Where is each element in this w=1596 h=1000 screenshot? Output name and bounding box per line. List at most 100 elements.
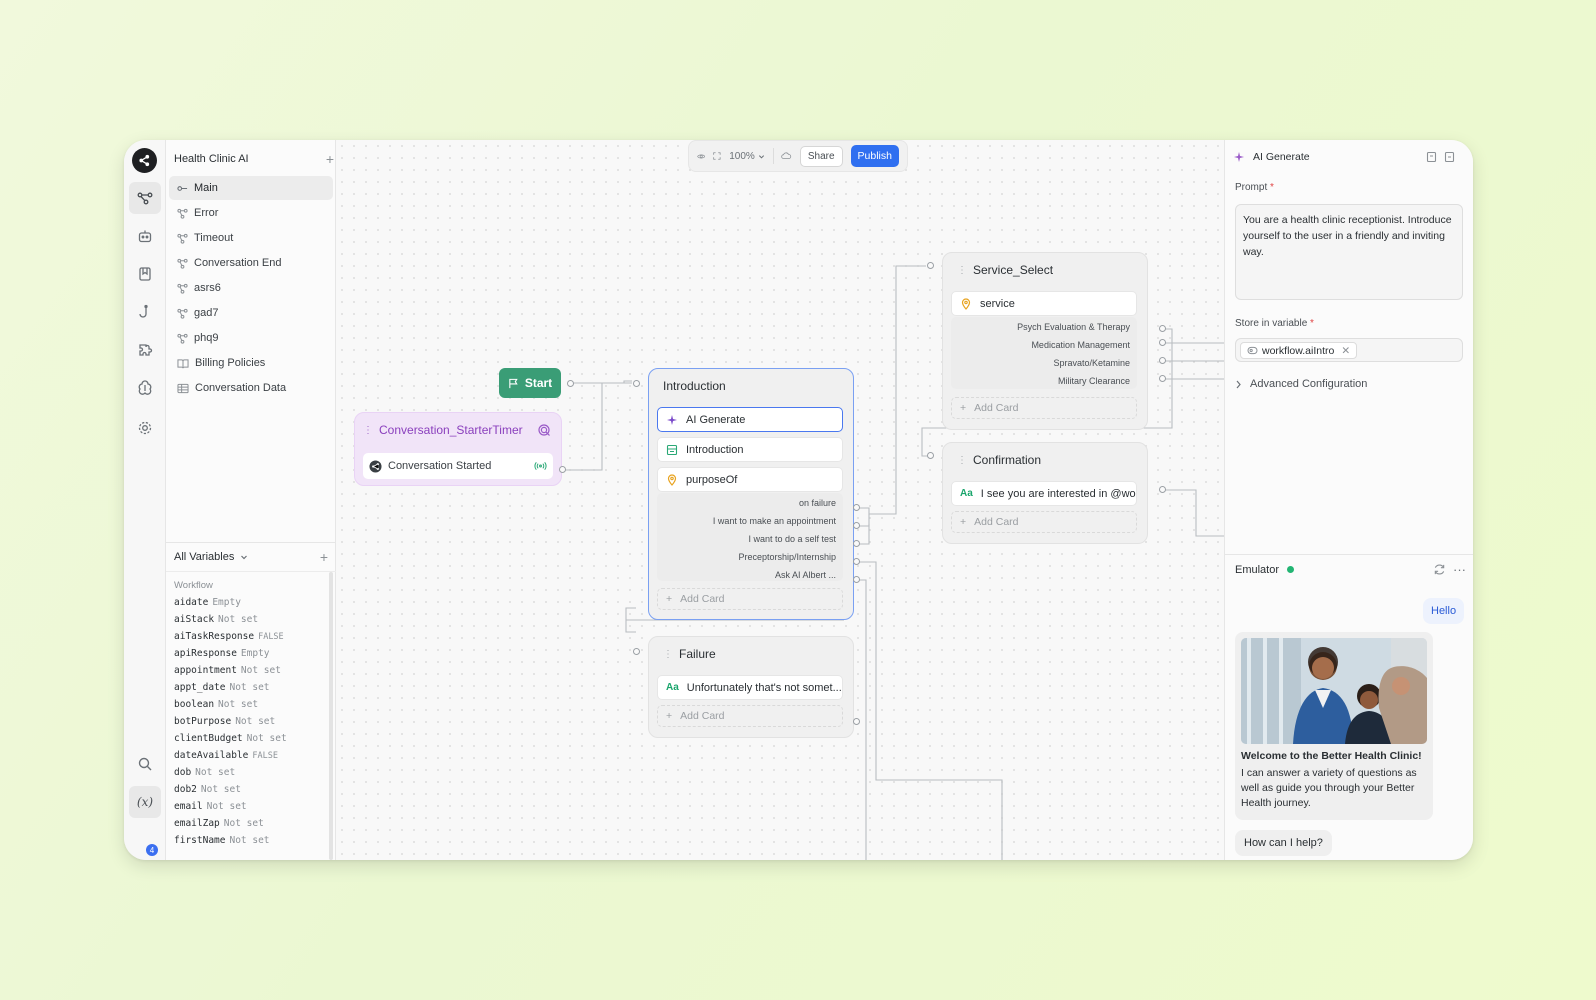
confirmation-in-port[interactable] bbox=[927, 452, 934, 459]
add-card-button[interactable]: + Add Card bbox=[951, 397, 1137, 419]
choice-item[interactable]: I want to do a self test bbox=[748, 534, 836, 544]
notification-badge[interactable]: 4 bbox=[146, 844, 158, 856]
choice-port[interactable] bbox=[1159, 357, 1166, 364]
sidebar-item-timeout[interactable]: Timeout bbox=[169, 226, 333, 250]
sidebar-item-asrs6[interactable]: asrs6 bbox=[169, 276, 333, 300]
failure-out-port[interactable] bbox=[853, 718, 860, 725]
choice-item[interactable]: I want to make an appointment bbox=[713, 516, 836, 526]
choice-port[interactable] bbox=[853, 504, 860, 511]
variables-header[interactable]: All Variables + bbox=[166, 542, 336, 572]
refresh-icon[interactable] bbox=[1433, 563, 1446, 576]
store-variable-input[interactable]: workflow.aiIntro ✕ bbox=[1235, 338, 1463, 362]
hook-icon[interactable] bbox=[129, 296, 161, 328]
choice-port[interactable] bbox=[853, 522, 860, 529]
choice-item[interactable]: on failure bbox=[799, 498, 836, 508]
add-variable-icon[interactable]: + bbox=[320, 549, 328, 565]
logo-icon[interactable] bbox=[132, 148, 157, 173]
variable-row[interactable]: dateAvailable FALSE bbox=[174, 750, 278, 761]
sidebar-item-error[interactable]: Error bbox=[169, 201, 333, 225]
prompt-textarea[interactable]: You are a health clinic receptionist. In… bbox=[1235, 204, 1463, 300]
choice-item[interactable]: Ask AI Albert ... bbox=[775, 570, 836, 580]
preview-eye-icon[interactable] bbox=[697, 150, 706, 163]
choice-item[interactable]: Spravato/Ketamine bbox=[1053, 358, 1130, 368]
knowledge-base-icon[interactable] bbox=[129, 258, 161, 290]
ai-brain-icon[interactable] bbox=[129, 372, 161, 404]
variable-row[interactable]: clientBudget Not set bbox=[174, 733, 287, 744]
choice-port[interactable] bbox=[1159, 375, 1166, 382]
more-options-icon[interactable]: ··· bbox=[1453, 562, 1466, 577]
introduction-block[interactable]: Introduction AI Generate Introduction pu… bbox=[648, 368, 854, 620]
choice-port[interactable] bbox=[1159, 339, 1166, 346]
integrations-icon[interactable] bbox=[129, 334, 161, 366]
variable-row[interactable]: apiResponse Empty bbox=[174, 648, 270, 659]
intro-in-port[interactable] bbox=[633, 380, 640, 387]
add-card-button[interactable]: + Add Card bbox=[951, 511, 1137, 533]
variable-row[interactable]: boolean Not set bbox=[174, 699, 258, 710]
trigger-card[interactable]: Conversation Started bbox=[363, 453, 553, 479]
close-panel-icon[interactable] bbox=[1444, 151, 1455, 163]
variable-row[interactable]: emailZap Not set bbox=[174, 818, 264, 829]
settings-icon[interactable] bbox=[129, 412, 161, 444]
variable-row[interactable]: botPurpose Not set bbox=[174, 716, 275, 727]
variable-row[interactable]: aiTaskResponse FALSE bbox=[174, 631, 284, 642]
variable-chip[interactable]: workflow.aiIntro ✕ bbox=[1240, 342, 1358, 359]
sidebar-item-billing-policies[interactable]: Billing Policies bbox=[169, 351, 333, 375]
variables-icon[interactable]: (x) bbox=[129, 786, 161, 818]
introduction-card[interactable]: Introduction bbox=[657, 437, 843, 462]
variable-row[interactable]: dob Not set bbox=[174, 767, 235, 778]
message-card[interactable]: Aa Unfortunately that's not somet... bbox=[657, 675, 843, 700]
choice-item[interactable]: Military Clearance bbox=[1058, 376, 1130, 386]
sidebar-item-conversation-data[interactable]: Conversation Data bbox=[169, 376, 333, 400]
ai-generate-card[interactable]: AI Generate bbox=[657, 407, 843, 432]
timer-block[interactable]: ⋮ Conversation_StarterTimer Conversation … bbox=[354, 412, 562, 486]
add-workflow-icon[interactable]: + bbox=[326, 151, 334, 167]
timer-port[interactable] bbox=[559, 466, 566, 473]
choice-port[interactable] bbox=[853, 558, 860, 565]
failure-in-port[interactable] bbox=[633, 648, 640, 655]
cloud-save-icon[interactable] bbox=[781, 149, 792, 163]
sidebar-item-gad7[interactable]: gad7 bbox=[169, 301, 333, 325]
clinic-photo bbox=[1241, 638, 1427, 744]
choice-item[interactable]: Preceptorship/Internship bbox=[738, 552, 836, 562]
workflows-icon[interactable] bbox=[129, 182, 161, 214]
service-in-port[interactable] bbox=[927, 262, 934, 269]
timer-trigger-icon[interactable] bbox=[537, 423, 551, 437]
start-port[interactable] bbox=[567, 380, 574, 387]
advanced-configuration-toggle[interactable]: Advanced Configuration bbox=[1235, 378, 1367, 390]
service-select-block[interactable]: ⋮ Service_Select service Psych Evaluation… bbox=[942, 252, 1148, 430]
publish-button[interactable]: Publish bbox=[850, 145, 899, 167]
copy-icon[interactable] bbox=[1426, 151, 1437, 163]
start-node[interactable]: Start bbox=[499, 368, 561, 398]
confirmation-block[interactable]: ⋮ Confirmation Aa I see you are intereste… bbox=[942, 442, 1148, 544]
message-card[interactable]: Aa I see you are interested in @wo... bbox=[951, 481, 1137, 506]
variable-row[interactable]: firstName Not set bbox=[174, 835, 270, 846]
sidebar-item-phq9[interactable]: phq9 bbox=[169, 326, 333, 350]
variables-scrollbar[interactable] bbox=[329, 572, 333, 860]
bot-icon[interactable] bbox=[129, 220, 161, 252]
sidebar-item-conversation-end[interactable]: Conversation End bbox=[169, 251, 333, 275]
failure-block[interactable]: ⋮ Failure Aa Unfortunately that's not som… bbox=[648, 636, 854, 738]
capture-card[interactable]: purposeOf bbox=[657, 467, 843, 492]
share-button[interactable]: Share bbox=[799, 145, 843, 167]
variable-row[interactable]: email Not set bbox=[174, 801, 247, 812]
variable-row[interactable]: aidate Empty bbox=[174, 597, 241, 608]
zoom-select[interactable]: 100% bbox=[729, 151, 765, 162]
sidebar-item-main[interactable]: Main bbox=[169, 176, 333, 200]
variable-row[interactable]: appt_date Not set bbox=[174, 682, 270, 693]
add-card-button[interactable]: + Add Card bbox=[657, 705, 843, 727]
workflow-canvas[interactable]: 100% Share Publish Start ⋮ Conversation_S… bbox=[336, 140, 1224, 860]
capture-card[interactable]: service bbox=[951, 291, 1137, 316]
choice-port[interactable] bbox=[853, 576, 860, 583]
confirmation-out-port[interactable] bbox=[1159, 486, 1166, 493]
add-card-button[interactable]: + Add Card bbox=[657, 588, 843, 610]
fit-screen-icon[interactable] bbox=[713, 150, 721, 162]
choice-item[interactable]: Medication Management bbox=[1031, 340, 1130, 350]
choice-port[interactable] bbox=[853, 540, 860, 547]
variable-row[interactable]: aiStack Not set bbox=[174, 614, 258, 625]
choice-item[interactable]: Psych Evaluation & Therapy bbox=[1017, 322, 1130, 332]
choice-port[interactable] bbox=[1159, 325, 1166, 332]
variable-row[interactable]: appointment Not set bbox=[174, 665, 281, 676]
variable-row[interactable]: dob2 Not set bbox=[174, 784, 241, 795]
search-icon[interactable] bbox=[129, 748, 161, 780]
remove-chip-icon[interactable]: ✕ bbox=[1341, 345, 1350, 357]
